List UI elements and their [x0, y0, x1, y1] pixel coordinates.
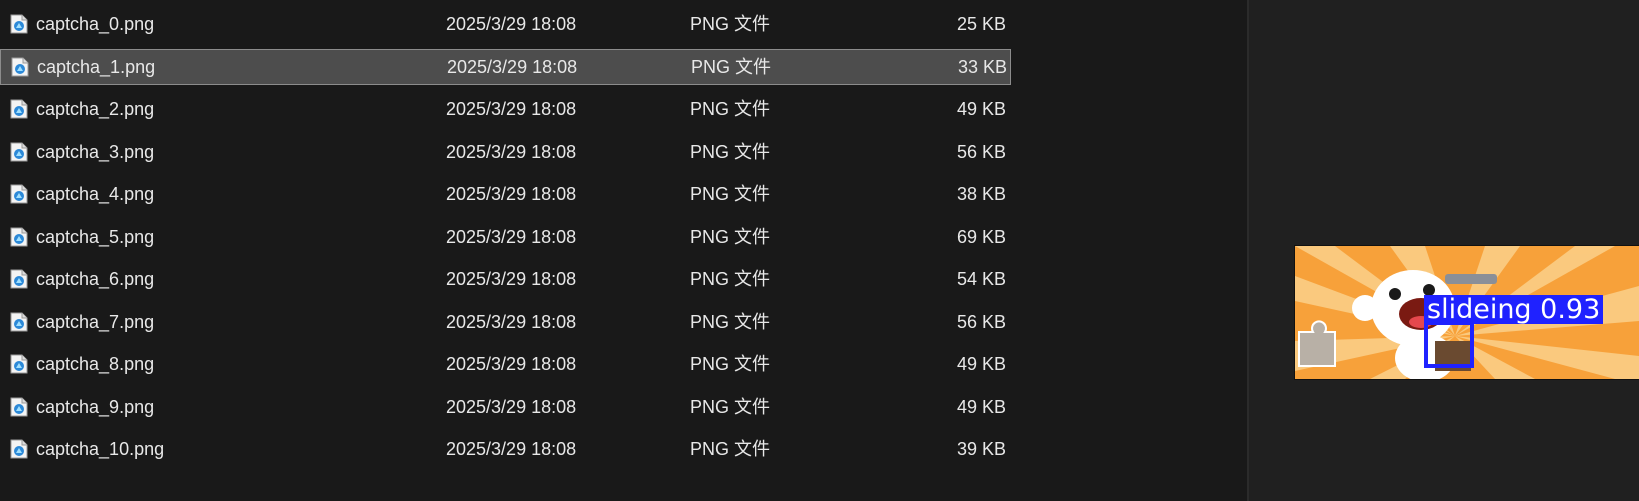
file-list-pane: captcha_0.png 2025/3/29 18:08 PNG 文件 25 … — [0, 0, 1247, 501]
file-type: PNG 文件 — [690, 439, 771, 459]
file-size: 25 KB — [956, 14, 1006, 34]
file-row[interactable]: captcha_6.png 2025/3/29 18:08 PNG 文件 54 … — [0, 261, 1011, 297]
file-name: captcha_4.png — [36, 184, 155, 204]
png-image-file-icon — [10, 389, 28, 425]
file-name: captcha_7.png — [36, 311, 155, 332]
png-image-file-icon — [10, 6, 28, 42]
file-size: 39 KB — [956, 439, 1006, 459]
file-name: captcha_8.png — [36, 354, 155, 374]
file-row[interactable]: captcha_2.png 2025/3/29 18:08 PNG 文件 49 … — [0, 91, 1011, 127]
file-name: captcha_9.png — [36, 396, 155, 417]
png-image-file-icon — [11, 49, 29, 85]
file-row[interactable]: captcha_4.png 2025/3/29 18:08 PNG 文件 38 … — [0, 176, 1011, 212]
file-name: captcha_5.png — [36, 226, 155, 247]
file-row[interactable]: captcha_9.png 2025/3/29 18:08 PNG 文件 49 … — [0, 389, 1011, 425]
png-image-file-icon — [10, 134, 28, 170]
file-type: PNG 文件 — [690, 141, 771, 162]
png-image-file-icon — [10, 261, 28, 297]
detection-label: slideing 0.93 — [1424, 295, 1604, 324]
file-size: 38 KB — [956, 184, 1006, 204]
file-type: PNG 文件 — [690, 354, 771, 374]
file-name: captcha_2.png — [36, 99, 155, 119]
file-date-modified: 2025/3/29 18:08 — [446, 311, 577, 332]
file-date-modified: 2025/3/29 18:08 — [446, 439, 577, 459]
file-size: 56 KB — [956, 141, 1006, 162]
file-row[interactable]: captcha_1.png 2025/3/29 18:08 PNG 文件 33 … — [0, 48, 1011, 85]
png-image-file-icon — [10, 304, 28, 340]
png-image-file-icon — [10, 91, 28, 127]
file-row[interactable]: captcha_3.png 2025/3/29 18:08 PNG 文件 56 … — [0, 134, 1011, 170]
file-date-modified: 2025/3/29 18:08 — [446, 184, 577, 204]
file-name: captcha_0.png — [36, 14, 155, 34]
file-size: 49 KB — [956, 354, 1006, 374]
png-image-file-icon — [10, 219, 28, 255]
file-name: captcha_6.png — [36, 269, 155, 289]
png-image-file-icon — [10, 431, 28, 467]
file-date-modified: 2025/3/29 18:08 — [446, 226, 577, 247]
file-size: 54 KB — [956, 269, 1006, 289]
file-date-modified: 2025/3/29 18:08 — [446, 269, 577, 289]
file-type: PNG 文件 — [690, 14, 771, 34]
file-size: 56 KB — [956, 311, 1006, 332]
file-row[interactable]: captcha_7.png 2025/3/29 18:08 PNG 文件 56 … — [0, 304, 1011, 340]
file-name: captcha_10.png — [36, 439, 165, 459]
file-date-modified: 2025/3/29 18:08 — [446, 99, 577, 119]
file-type: PNG 文件 — [690, 269, 771, 289]
file-type: PNG 文件 — [690, 226, 771, 247]
file-type: PNG 文件 — [690, 396, 771, 417]
file-row[interactable]: captcha_10.png 2025/3/29 18:08 PNG 文件 39… — [0, 431, 1011, 467]
file-size: 49 KB — [956, 99, 1006, 119]
png-image-file-icon — [10, 346, 28, 382]
file-row[interactable]: captcha_5.png 2025/3/29 18:08 PNG 文件 69 … — [0, 219, 1011, 255]
png-image-file-icon — [10, 176, 28, 212]
file-date-modified: 2025/3/29 18:08 — [447, 56, 578, 77]
file-type: PNG 文件 — [691, 56, 772, 77]
file-name: captcha_1.png — [37, 56, 156, 77]
file-type: PNG 文件 — [690, 184, 771, 204]
detection-bounding-box — [1424, 321, 1474, 368]
file-date-modified: 2025/3/29 18:08 — [446, 141, 577, 162]
file-row[interactable]: captcha_0.png 2025/3/29 18:08 PNG 文件 25 … — [0, 6, 1011, 42]
file-row[interactable]: captcha_8.png 2025/3/29 18:08 PNG 文件 49 … — [0, 346, 1011, 382]
file-date-modified: 2025/3/29 18:08 — [446, 396, 577, 417]
file-name: captcha_3.png — [36, 141, 155, 162]
file-date-modified: 2025/3/29 18:08 — [446, 354, 577, 374]
file-size: 49 KB — [956, 396, 1006, 417]
file-date-modified: 2025/3/29 18:08 — [446, 14, 577, 34]
file-type: PNG 文件 — [690, 311, 771, 332]
file-type: PNG 文件 — [690, 99, 771, 119]
file-size: 33 KB — [957, 56, 1007, 77]
file-size: 69 KB — [956, 226, 1006, 247]
